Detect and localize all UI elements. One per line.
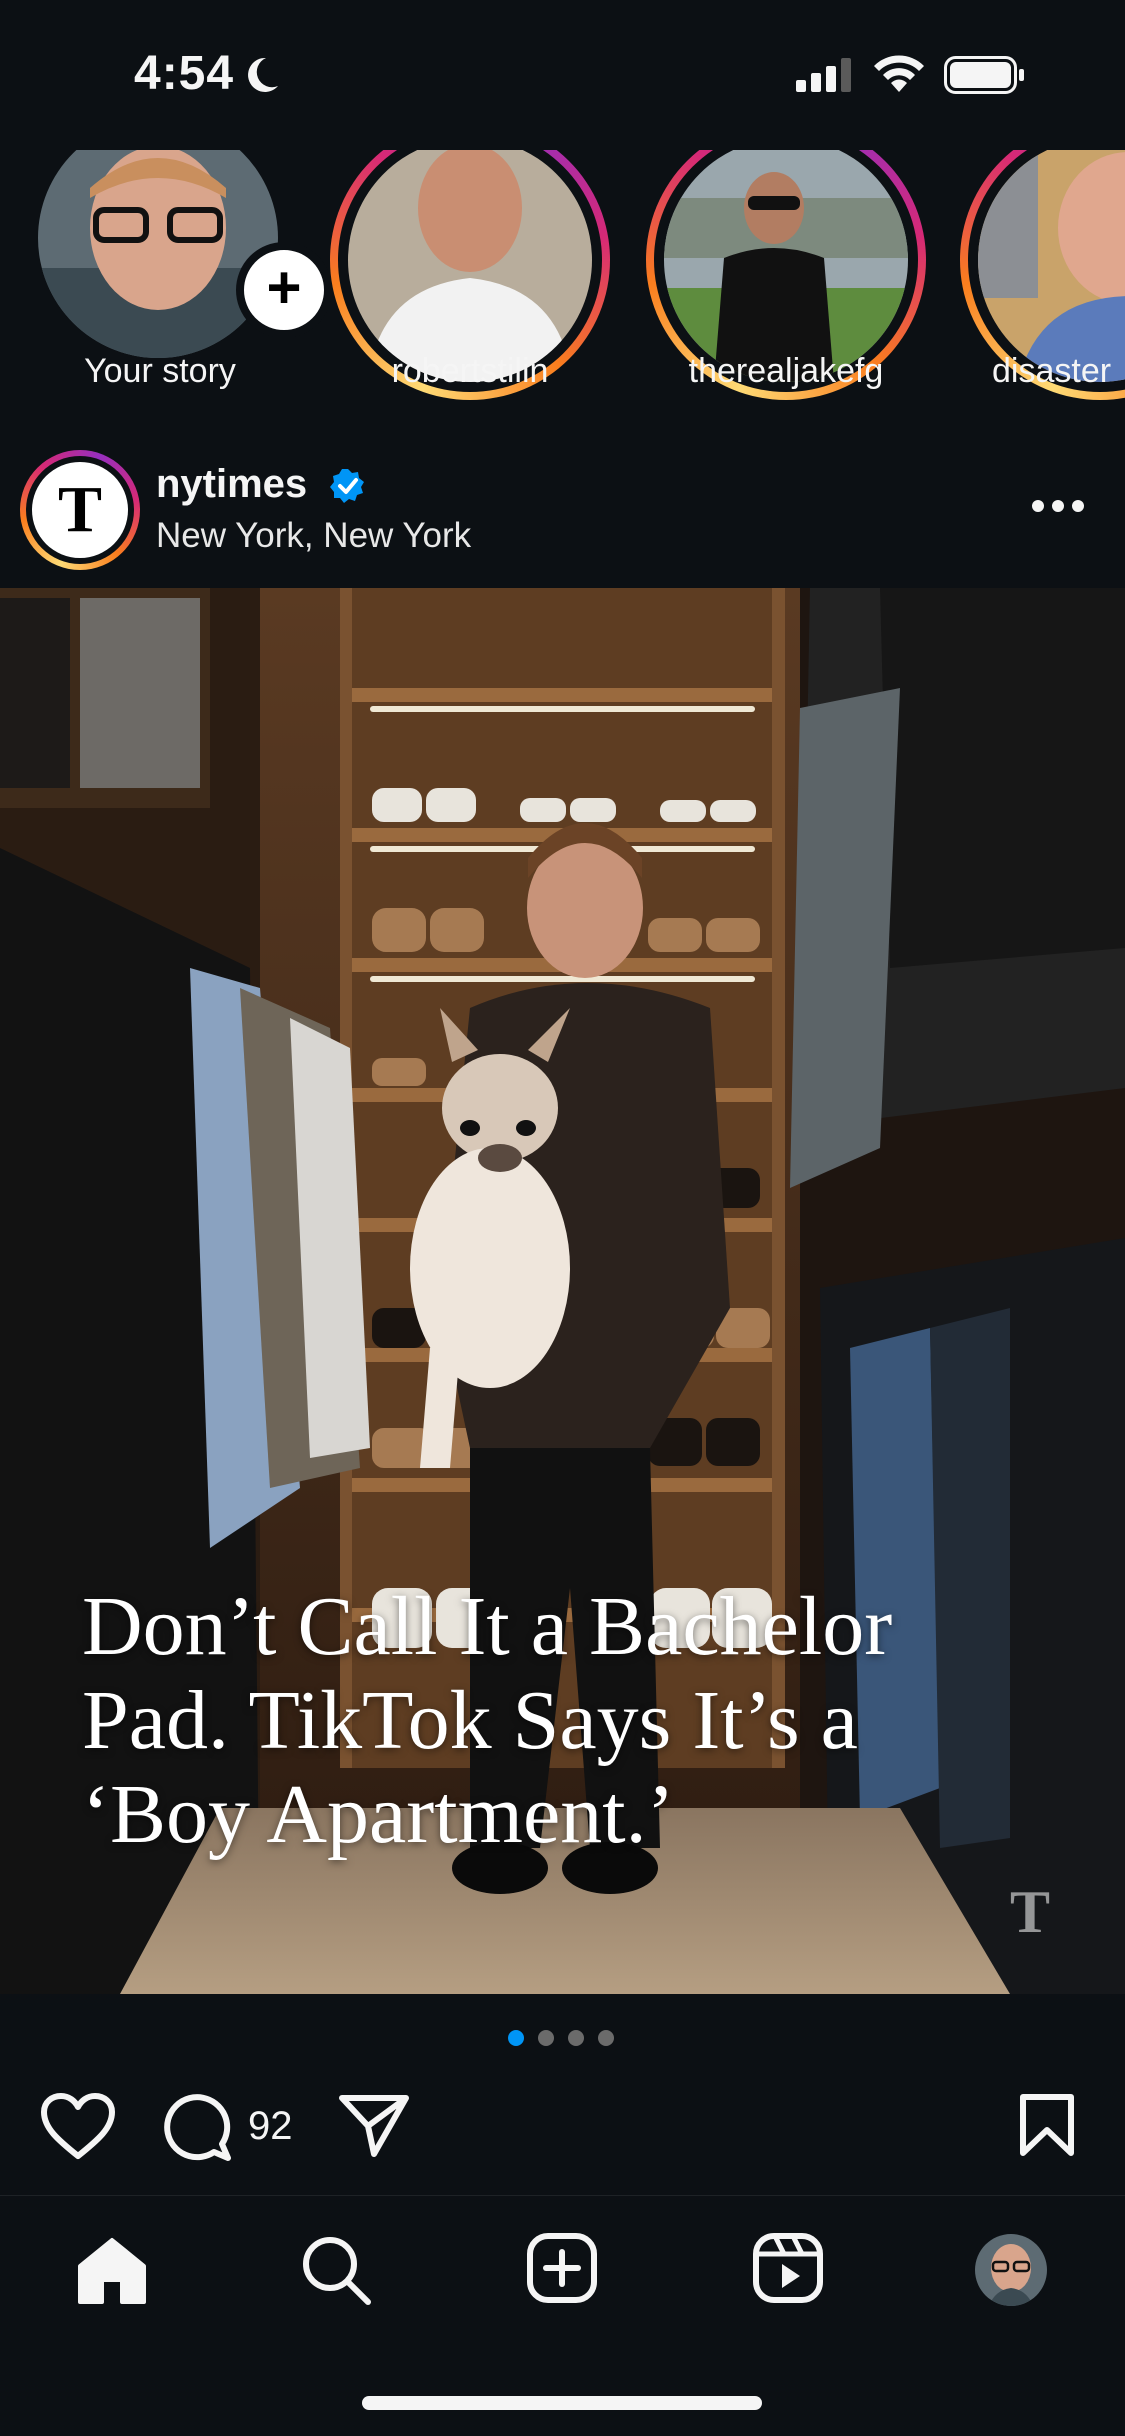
- home-icon[interactable]: [76, 2236, 148, 2306]
- wifi-icon: [874, 55, 924, 92]
- story-disaster[interactable]: disaster: [960, 150, 1125, 410]
- story-robertstilin[interactable]: robertstilin: [330, 150, 630, 410]
- create-post-icon[interactable]: [526, 2232, 598, 2304]
- headline-line: Don’t Call It a Bachelor: [82, 1580, 893, 1673]
- story-username: robertstilin: [391, 352, 549, 390]
- post-location[interactable]: New York, New York: [156, 516, 471, 556]
- carousel-dot: [598, 2030, 614, 2046]
- nytimes-avatar: T: [32, 462, 128, 558]
- post-headline: Don’t Call It a Bachelor Pad. TikTok Say…: [82, 1580, 982, 1862]
- status-bar: 4:54: [0, 0, 1125, 150]
- cellular-signal-icon: [796, 58, 851, 92]
- search-icon[interactable]: [300, 2234, 372, 2306]
- reels-icon[interactable]: [752, 2232, 824, 2304]
- post-header: T nytimes New York, New York: [0, 440, 1125, 570]
- carousel-dot-active: [508, 2030, 524, 2046]
- stories-tray: + Your story robertstilin therealjakefg …: [0, 150, 1125, 410]
- post-username[interactable]: nytimes: [156, 462, 307, 507]
- story-your-story[interactable]: + Your story: [36, 150, 336, 410]
- headline-line: ‘Boy Apartment.’: [82, 1768, 675, 1861]
- home-indicator[interactable]: [362, 2396, 762, 2410]
- nyt-watermark-logo: T: [1010, 1879, 1051, 1945]
- carousel-dot: [538, 2030, 554, 2046]
- story-username: therealjakefg: [688, 352, 884, 390]
- comment-count[interactable]: 92: [248, 2104, 293, 2149]
- profile-avatar[interactable]: [975, 2234, 1047, 2306]
- post-avatar-ring[interactable]: T: [20, 450, 140, 570]
- save-bookmark-icon[interactable]: [1018, 2092, 1076, 2158]
- headline-line: Pad. TikTok Says It’s a: [82, 1674, 858, 1767]
- carousel-dot: [568, 2030, 584, 2046]
- more-options-icon[interactable]: [1030, 498, 1086, 514]
- post-image[interactable]: Don’t Call It a Bachelor Pad. TikTok Say…: [0, 588, 1125, 1994]
- status-time: 4:54: [134, 47, 235, 100]
- your-story-avatar: [38, 150, 278, 358]
- share-send-icon[interactable]: [338, 2092, 410, 2160]
- story-username: disaster: [992, 352, 1112, 390]
- like-heart-icon[interactable]: [40, 2092, 116, 2162]
- post-actions: 92: [0, 2080, 1125, 2200]
- story-username: Your story: [84, 352, 236, 390]
- story-therealjakefg[interactable]: therealjakefg: [646, 150, 946, 410]
- battery-icon: [944, 56, 1024, 94]
- comment-icon[interactable]: [162, 2092, 234, 2164]
- verified-badge-icon: [330, 469, 364, 503]
- moon-icon: [248, 57, 278, 92]
- add-story-button[interactable]: +: [236, 242, 332, 338]
